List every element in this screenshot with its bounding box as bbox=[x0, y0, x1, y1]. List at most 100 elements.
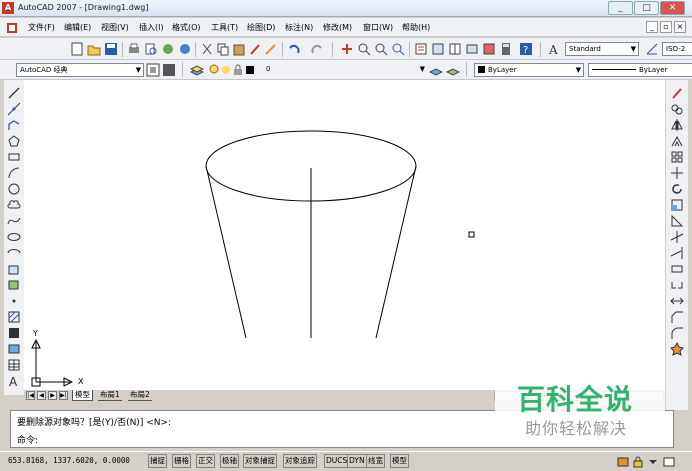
redo-icon[interactable] bbox=[310, 42, 324, 56]
tab-layout1[interactable]: 布局1 bbox=[98, 390, 122, 401]
join-icon[interactable] bbox=[670, 294, 684, 308]
gradient-icon[interactable] bbox=[7, 326, 21, 340]
help-icon[interactable]: ? bbox=[519, 42, 533, 56]
menu-view[interactable]: 视图(V) bbox=[101, 22, 129, 33]
grid-toggle[interactable]: 栅格 bbox=[172, 454, 191, 468]
array-icon[interactable] bbox=[670, 150, 684, 164]
menu-draw[interactable]: 绘图(D) bbox=[247, 22, 275, 33]
line-icon[interactable] bbox=[7, 86, 21, 100]
menu-file[interactable]: 文件(F) bbox=[28, 22, 55, 33]
menu-dimension[interactable]: 标注(N) bbox=[285, 22, 313, 33]
menu-insert[interactable]: 插入(I) bbox=[139, 22, 164, 33]
break-at-point-icon[interactable] bbox=[670, 262, 684, 276]
polar-toggle[interactable]: 极轴 bbox=[220, 454, 239, 468]
3d-dwf-icon[interactable] bbox=[178, 42, 192, 56]
command-prompt[interactable]: 命令: bbox=[17, 433, 38, 446]
layer-select[interactable]: 0 ▼ bbox=[263, 63, 427, 77]
revision-cloud-icon[interactable] bbox=[7, 198, 21, 212]
color-select[interactable]: ByLayer ▼ bbox=[474, 63, 584, 77]
design-center-icon[interactable] bbox=[431, 42, 445, 56]
stretch-icon[interactable] bbox=[670, 214, 684, 228]
status-menu-arrow-icon[interactable] bbox=[646, 455, 660, 469]
menu-tools[interactable]: 工具(T) bbox=[211, 22, 238, 33]
next-tab-button[interactable]: ▶ bbox=[48, 391, 57, 400]
workspace-save-icon[interactable] bbox=[162, 63, 176, 77]
dimension-style-select[interactable]: ISO-2 bbox=[662, 42, 692, 56]
cut-icon[interactable] bbox=[200, 42, 214, 56]
print-icon[interactable] bbox=[127, 42, 141, 56]
polygon-icon[interactable] bbox=[7, 134, 21, 148]
match-properties-icon[interactable] bbox=[248, 42, 262, 56]
point-icon[interactable] bbox=[7, 294, 21, 308]
menu-help[interactable]: 帮助(H) bbox=[402, 22, 430, 33]
text-style-icon[interactable]: A bbox=[548, 42, 562, 56]
menu-format[interactable]: 格式(O) bbox=[172, 22, 201, 33]
ellipse-arc-icon[interactable] bbox=[7, 246, 21, 260]
layer-manager-icon[interactable] bbox=[190, 63, 204, 77]
zoom-realtime-icon[interactable] bbox=[357, 42, 371, 56]
ellipse-icon[interactable] bbox=[7, 230, 21, 244]
snap-toggle[interactable]: 捕捉 bbox=[148, 454, 167, 468]
maximize-button[interactable]: □ bbox=[634, 1, 659, 15]
otrack-toggle[interactable]: 对象追踪 bbox=[283, 454, 317, 468]
region-icon[interactable] bbox=[7, 342, 21, 356]
autocad-app-icon[interactable]: A bbox=[2, 2, 14, 14]
osnap-toggle[interactable]: 对象捕捉 bbox=[243, 454, 277, 468]
coordinate-readout[interactable]: 653.8168, 1337.6020, 0.0000 bbox=[8, 456, 130, 465]
sheet-set-manager-icon[interactable] bbox=[465, 42, 479, 56]
pan-icon[interactable] bbox=[340, 42, 354, 56]
model-space-toggle[interactable]: 模型 bbox=[390, 454, 409, 468]
offset-icon[interactable] bbox=[670, 134, 684, 148]
hatch-icon[interactable] bbox=[7, 310, 21, 324]
minimize-button[interactable]: _ bbox=[608, 1, 633, 15]
tab-model[interactable]: 模型 bbox=[72, 390, 93, 401]
paste-icon[interactable] bbox=[232, 42, 246, 56]
workspace-settings-icon[interactable] bbox=[146, 63, 160, 77]
mirror-icon[interactable] bbox=[670, 118, 684, 132]
ortho-toggle[interactable]: 正交 bbox=[196, 454, 215, 468]
block-editor-icon[interactable] bbox=[264, 42, 278, 56]
undo-icon[interactable] bbox=[287, 42, 301, 56]
tool-palettes-icon[interactable] bbox=[448, 42, 462, 56]
doc-restore-button[interactable]: ▫ bbox=[660, 21, 672, 33]
document-icon[interactable] bbox=[6, 22, 18, 34]
menu-window[interactable]: 窗口(W) bbox=[363, 22, 393, 33]
ducs-toggle[interactable]: DUCS bbox=[324, 454, 350, 468]
rectangle-icon[interactable] bbox=[7, 150, 21, 164]
polyline-icon[interactable] bbox=[7, 118, 21, 132]
erase-icon[interactable] bbox=[670, 86, 684, 100]
text-style-select[interactable]: Standard ▼ bbox=[565, 42, 639, 56]
insert-block-icon[interactable] bbox=[7, 262, 21, 276]
table-icon[interactable] bbox=[7, 358, 21, 372]
copy-icon[interactable] bbox=[216, 42, 230, 56]
communication-center-icon[interactable] bbox=[616, 455, 630, 469]
workspace-select[interactable]: AutoCAD 经典 ▼ bbox=[16, 63, 144, 77]
explode-icon[interactable] bbox=[670, 342, 684, 356]
copy-object-icon[interactable] bbox=[670, 102, 684, 116]
first-tab-button[interactable]: |◀ bbox=[26, 391, 35, 400]
prev-tab-button[interactable]: ◀ bbox=[37, 391, 46, 400]
fillet-icon[interactable] bbox=[670, 326, 684, 340]
dyn-toggle[interactable]: DYN bbox=[347, 454, 367, 468]
move-icon[interactable] bbox=[670, 166, 684, 180]
make-block-icon[interactable] bbox=[7, 278, 21, 292]
lock-toolbar-icon[interactable] bbox=[631, 455, 645, 469]
arc-icon[interactable] bbox=[7, 166, 21, 180]
plot-preview-icon[interactable] bbox=[144, 42, 158, 56]
zoom-window-icon[interactable] bbox=[374, 42, 388, 56]
close-button[interactable]: ✕ bbox=[660, 1, 685, 15]
break-icon[interactable] bbox=[670, 278, 684, 292]
construction-line-icon[interactable] bbox=[7, 102, 21, 116]
doc-minimize-button[interactable]: _ bbox=[646, 21, 658, 33]
circle-icon[interactable] bbox=[7, 182, 21, 196]
dimension-style-icon[interactable] bbox=[645, 42, 659, 56]
multiline-text-icon[interactable]: A bbox=[7, 374, 21, 388]
menu-modify[interactable]: 修改(M) bbox=[323, 22, 352, 33]
zoom-previous-icon[interactable] bbox=[391, 42, 405, 56]
rotate-icon[interactable] bbox=[670, 182, 684, 196]
chamfer-icon[interactable] bbox=[670, 310, 684, 324]
trim-icon[interactable] bbox=[670, 230, 684, 244]
markup-set-icon[interactable] bbox=[482, 42, 496, 56]
spline-icon[interactable] bbox=[7, 214, 21, 228]
properties-icon[interactable] bbox=[414, 42, 428, 56]
